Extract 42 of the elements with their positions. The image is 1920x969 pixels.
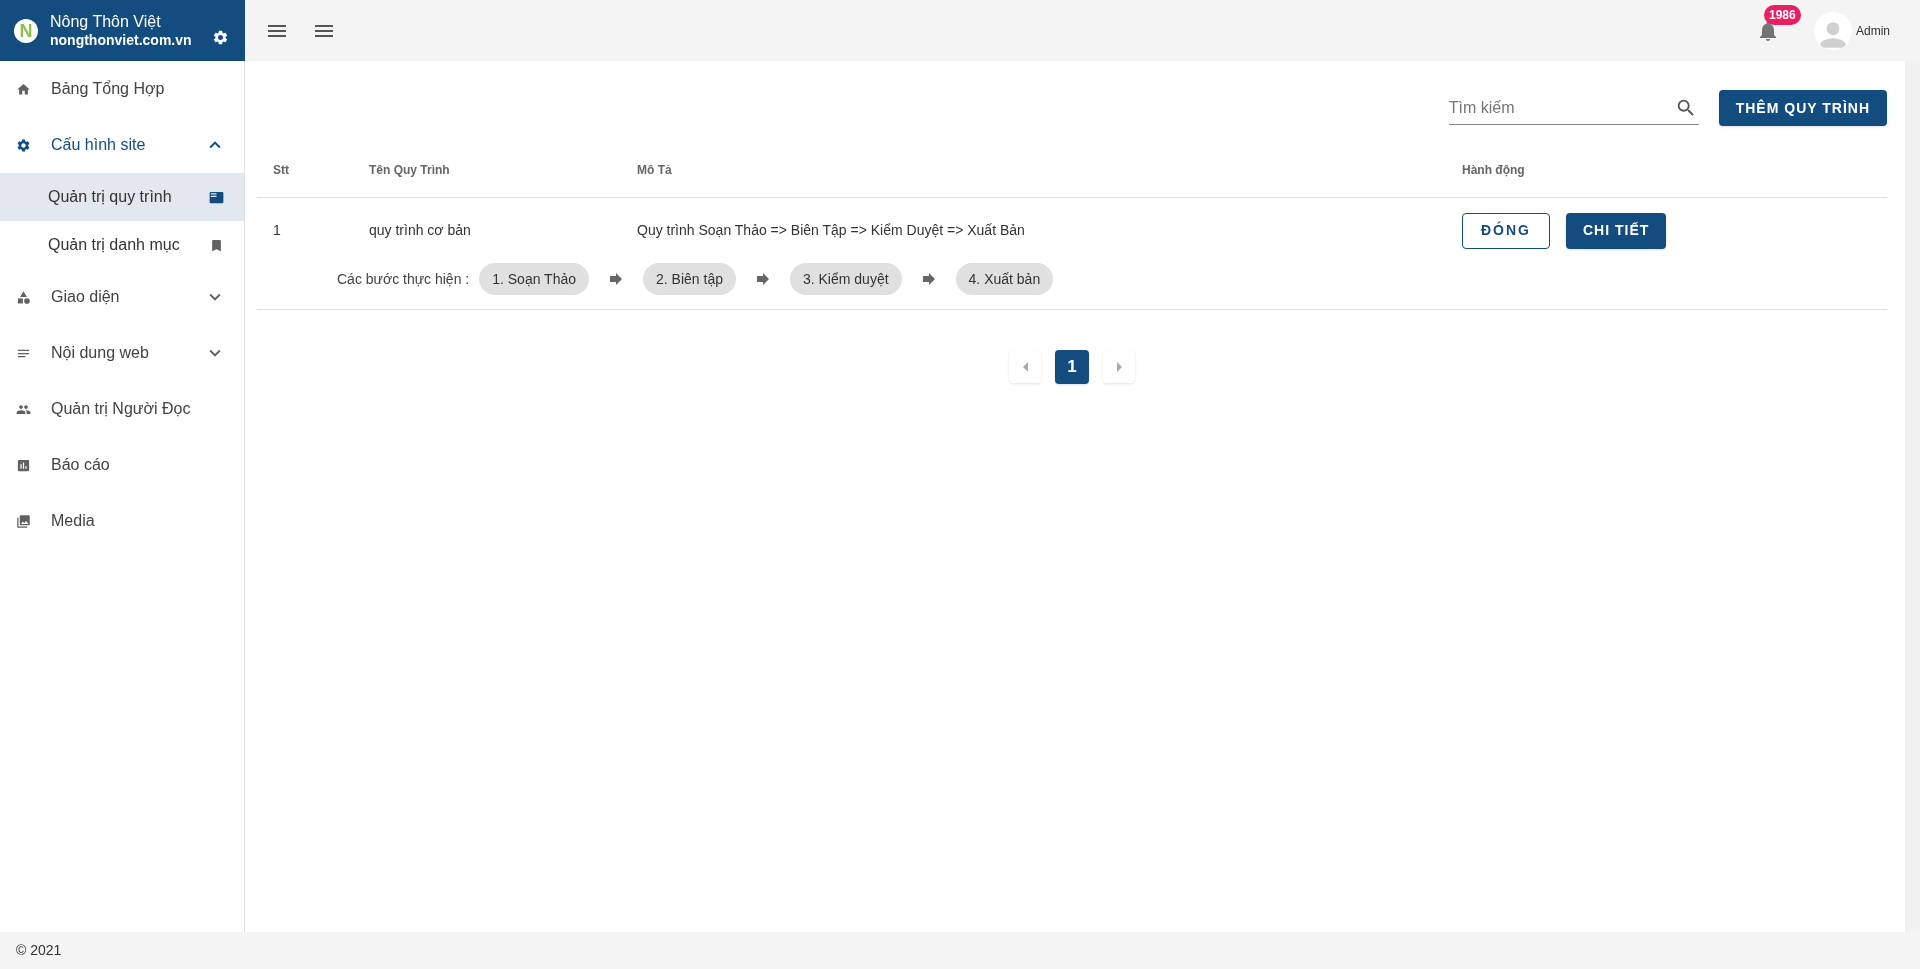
- left-arrow-icon: [1022, 362, 1028, 372]
- sidebar-item[interactable]: Báo cáo: [0, 437, 244, 493]
- settings-icon: [16, 137, 31, 153]
- logo-icon: N: [14, 18, 38, 43]
- sidebar-item[interactable]: Media: [0, 493, 244, 549]
- step-chip: 1. Soạn Thảo: [479, 263, 589, 295]
- sidebar-item[interactable]: Quản trị Người Đọc: [0, 381, 244, 437]
- arrow-icon: [607, 270, 625, 288]
- right-arrow-icon: [1116, 362, 1122, 372]
- detail-button[interactable]: CHI TIẾT: [1566, 212, 1667, 249]
- sidebar-item[interactable]: Cấu hình site: [0, 117, 244, 173]
- copyright-text: © 2021: [16, 941, 62, 960]
- table-cell-text: quy trình cơ bản: [369, 221, 472, 240]
- sidebar-item[interactable]: Bảng Tổng Hợp: [0, 61, 244, 117]
- sidebar-item[interactable]: Nội dung web: [0, 325, 244, 381]
- column-header: Stt: [272, 161, 290, 179]
- add-process-button[interactable]: THÊM QUY TRÌNH: [1718, 90, 1887, 126]
- sidebar-subitem[interactable]: Quản trị quy trình: [0, 173, 244, 221]
- notification-badge: 1986: [1764, 4, 1801, 25]
- column-header: Tên Quy Trình: [369, 161, 451, 179]
- table-cell-text: Quy trình Soạn Thảo => Biên Tập => Kiểm Duyệt => Xuất Bản: [637, 221, 1026, 240]
- table-cell-text: 1: [272, 221, 282, 240]
- card-list-icon: [209, 189, 224, 205]
- close-button[interactable]: ĐÓNG: [1462, 212, 1550, 249]
- home-icon: [16, 81, 31, 97]
- step-chip: 2. Biên tập: [643, 263, 736, 295]
- images-icon: [16, 513, 31, 529]
- settings-icon[interactable]: [212, 29, 229, 46]
- shapes-icon: [16, 289, 31, 305]
- column-header: Mô Tả: [637, 161, 673, 179]
- brand-domain: nongthonviet.com.vn: [50, 31, 193, 50]
- brand-name: Nông Thôn Việt: [50, 11, 162, 32]
- step-chip: 4. Xuất bản: [955, 263, 1054, 295]
- column-header: Hành động: [1462, 161, 1525, 179]
- report-icon: [16, 457, 31, 473]
- steps-label: Các bước thực hiện :: [337, 269, 470, 289]
- step-chip: 3. Kiểm duyệt: [789, 263, 902, 295]
- bookmark-icon: [209, 237, 224, 253]
- page-button[interactable]: 1: [1055, 350, 1089, 384]
- sidebar-subitem[interactable]: Quản trị danh mục: [0, 221, 244, 269]
- user-name[interactable]: Admin: [1856, 21, 1890, 40]
- sidebar-item[interactable]: Giao diện: [0, 269, 244, 325]
